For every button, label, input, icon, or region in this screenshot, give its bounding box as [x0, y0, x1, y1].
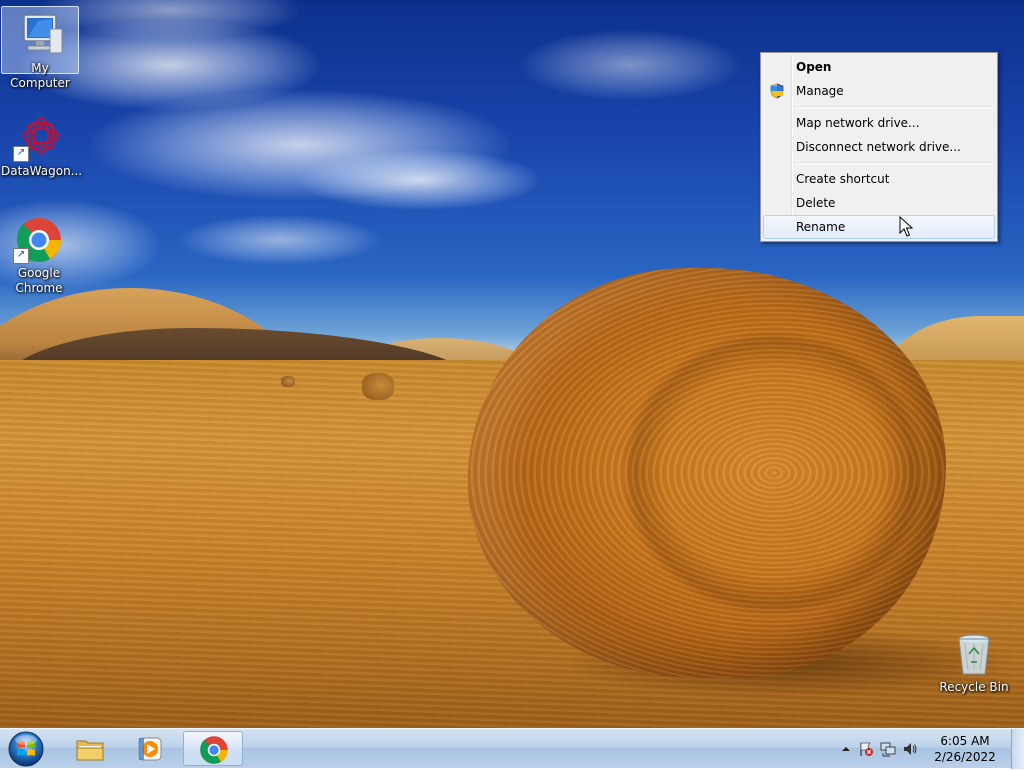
menu-item-label: Rename — [796, 220, 846, 234]
mouse-cursor-icon — [899, 215, 914, 238]
menu-item-map-network-drive[interactable]: Map network drive... — [763, 111, 995, 135]
recycle-bin-icon — [950, 630, 998, 678]
menu-item-label: Disconnect network drive... — [796, 140, 961, 154]
menu-item-open[interactable]: Open — [763, 55, 995, 79]
uac-shield-icon — [769, 83, 785, 99]
desktop-icon-google-chrome[interactable]: ↗ Google Chrome — [1, 212, 77, 296]
menu-item-label: Open — [796, 60, 832, 74]
system-tray: 6:05 AM 2/26/2022 — [830, 729, 1010, 769]
windows-orb-icon — [8, 731, 44, 767]
folder-icon — [75, 734, 105, 764]
taskbar-media-player-button[interactable] — [122, 731, 178, 766]
show-hidden-icons-chevron-icon[interactable] — [838, 741, 854, 757]
menu-item-rename[interactable]: Rename — [763, 215, 995, 239]
menu-item-create-shortcut[interactable]: Create shortcut — [763, 167, 995, 191]
show-desktop-button[interactable] — [1011, 729, 1024, 769]
clock-time: 6:05 AM — [940, 734, 990, 748]
desktop-icon-label: Recycle Bin — [939, 680, 1009, 694]
desktop-icon-label: Google Chrome — [15, 266, 63, 295]
menu-separator — [793, 162, 993, 164]
start-button[interactable] — [4, 730, 48, 768]
network-icon[interactable] — [880, 741, 896, 757]
clock-date: 2/26/2022 — [934, 750, 996, 764]
action-center-flag-icon[interactable] — [858, 741, 874, 757]
desktop-icon-recycle-bin[interactable]: Recycle Bin — [936, 626, 1012, 695]
desktop-icon-label: DataWagon... — [1, 164, 83, 178]
desktop-icon-my-computer[interactable]: My Computer — [1, 6, 79, 90]
menu-item-manage[interactable]: Manage — [763, 79, 995, 103]
volume-icon[interactable] — [902, 741, 918, 757]
taskbar-explorer-button[interactable] — [62, 731, 118, 766]
menu-item-delete[interactable]: Delete — [763, 191, 995, 215]
menu-item-disconnect-network-drive[interactable]: Disconnect network drive... — [763, 135, 995, 159]
shortcut-arrow-icon: ↗ — [13, 146, 29, 162]
menu-separator — [793, 106, 993, 108]
chrome-icon: ↗ — [13, 216, 63, 264]
media-player-icon — [135, 734, 165, 764]
menu-item-label: Map network drive... — [796, 116, 920, 130]
desktop-icon-datawagon[interactable]: ↗ DataWagon... — [1, 110, 83, 179]
datawagon-logo-icon: ↗ — [13, 114, 63, 162]
chrome-icon — [199, 735, 229, 765]
context-menu: Open Manage Map network drive... Disconn… — [760, 52, 998, 242]
taskbar-clock[interactable]: 6:05 AM 2/26/2022 — [930, 733, 1000, 765]
menu-item-label: Delete — [796, 196, 836, 210]
taskbar-chrome-button[interactable] — [183, 731, 243, 766]
computer-icon — [16, 11, 64, 59]
shortcut-arrow-icon: ↗ — [13, 248, 29, 264]
taskbar: 6:05 AM 2/26/2022 — [0, 728, 1024, 769]
menu-item-label: Manage — [796, 84, 844, 98]
desktop-icon-label: My Computer — [10, 61, 70, 90]
menu-item-label: Create shortcut — [796, 172, 890, 186]
